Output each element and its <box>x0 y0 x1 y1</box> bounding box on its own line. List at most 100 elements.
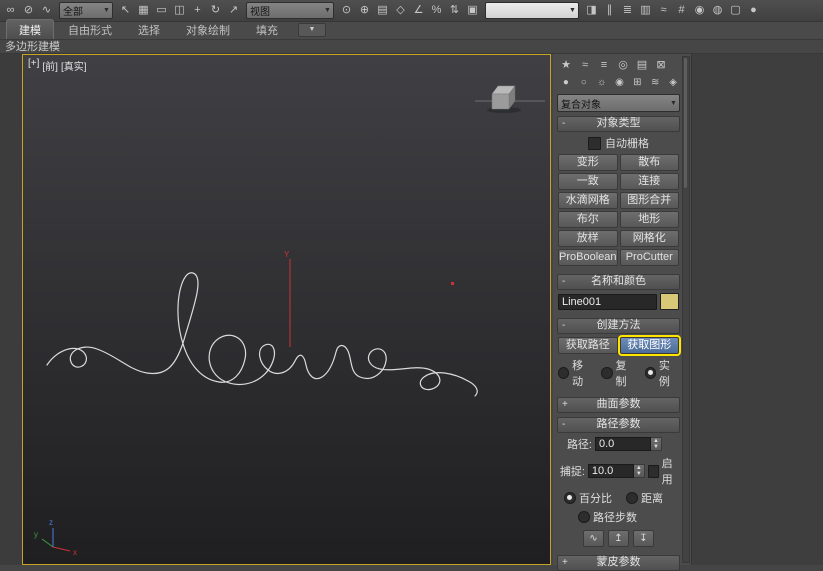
rollout-header-skin-params[interactable]: + 蒙皮参数 <box>557 555 680 571</box>
viewport-canvas: Y x y z <box>34 85 545 557</box>
viewport-general-menu[interactable]: [+] <box>28 58 39 73</box>
tab-populate[interactable]: 填充 <box>244 20 290 39</box>
object-type-button[interactable]: ProBoolean <box>558 249 618 266</box>
object-type-button[interactable]: 一致 <box>558 173 618 190</box>
select-and-rotate-icon[interactable]: ↻ <box>207 2 224 19</box>
rollout-header-surface-params[interactable]: + 曲面参数 <box>557 397 680 413</box>
material-editor-icon[interactable]: ◉ <box>691 2 708 19</box>
object-type-button[interactable]: 地形 <box>619 211 679 228</box>
get-shape-button[interactable]: 获取图形 <box>617 335 681 356</box>
path-steps-radio[interactable] <box>578 511 590 523</box>
named-sets-icon[interactable]: ▣ <box>464 2 481 19</box>
category-lights-icon[interactable]: ☼ <box>594 75 610 90</box>
percent-snap-icon[interactable]: % <box>428 2 445 19</box>
select-by-name-icon[interactable]: ▦ <box>135 2 152 19</box>
object-type-button[interactable]: 散布 <box>619 154 679 171</box>
tab-object-paint[interactable]: 对象绘制 <box>174 20 242 39</box>
path-spinner[interactable]: 0.0 ▲ ▼ <box>595 437 662 451</box>
tab-display[interactable]: ▤ <box>634 57 650 73</box>
tab-utilities[interactable]: ⊠ <box>653 57 669 73</box>
keyboard-override-icon[interactable]: ▤ <box>374 2 391 19</box>
viewport-shading-menu[interactable]: [真实] <box>61 58 87 73</box>
render-setup-icon[interactable]: ◍ <box>709 2 726 19</box>
layer-manager-icon[interactable]: ≣ <box>619 2 636 19</box>
category-shapes-icon[interactable]: ○ <box>576 75 592 90</box>
render-icon[interactable]: ● <box>745 2 762 19</box>
object-type-button[interactable]: 变形 <box>558 154 618 171</box>
spline-pick-icon[interactable]: ∿ <box>583 530 604 547</box>
collapse-icon: - <box>562 419 566 430</box>
object-type-button[interactable]: 图形合并 <box>619 192 679 209</box>
schematic-view-icon[interactable]: # <box>673 2 690 19</box>
selection-region-icon[interactable]: ▭ <box>153 2 170 19</box>
scrollbar-thumb[interactable] <box>684 58 687 188</box>
love-spline[interactable] <box>46 272 478 397</box>
distance-radio[interactable] <box>626 492 638 504</box>
spinner-snap-icon[interactable]: ⇅ <box>446 2 463 19</box>
snap-spinner[interactable]: 10.0 ▲ ▼ <box>587 464 645 478</box>
tab-selection[interactable]: 选择 <box>126 20 172 39</box>
viewport-front[interactable]: [+] [前] [真实] Y x y z <box>22 54 551 565</box>
curve-editor-icon[interactable]: ≈ <box>655 2 672 19</box>
arrow-down-icon[interactable]: ↧ <box>633 530 654 547</box>
tab-hierarchy[interactable]: ≡ <box>596 57 612 73</box>
rendered-frame-icon[interactable]: ▢ <box>727 2 744 19</box>
snap-toggle-icon[interactable]: ◇ <box>392 2 409 19</box>
autogrid-checkbox[interactable] <box>588 136 601 150</box>
ribbon-toggle-icon[interactable]: ▥ <box>637 2 654 19</box>
object-type-button[interactable]: 网格化 <box>619 230 679 247</box>
path-value-field[interactable]: 0.0 <box>595 437 651 451</box>
object-color-swatch[interactable] <box>660 293 679 310</box>
select-and-move-icon[interactable]: + <box>189 2 206 19</box>
tab-modeling[interactable]: 建模 <box>6 19 54 39</box>
tab-modify[interactable]: ≈ <box>577 57 593 73</box>
select-and-link-icon[interactable]: ∞ <box>2 2 19 19</box>
snap-value-field[interactable]: 10.0 <box>587 464 634 478</box>
angle-snap-icon[interactable]: ∠ <box>410 2 427 19</box>
object-type-button[interactable]: 水滴网格 <box>558 192 618 209</box>
spinner-arrows-icon[interactable]: ▲ ▼ <box>633 464 645 478</box>
rollout-header-path-params[interactable]: - 路径参数 <box>557 417 680 433</box>
selection-filter-combo[interactable]: 全部 ▼ <box>59 2 113 19</box>
tab-create[interactable]: ★ <box>558 57 574 73</box>
select-and-manipulate-icon[interactable]: ⊕ <box>356 2 373 19</box>
panel-scrollbar[interactable] <box>682 56 690 563</box>
object-name-field[interactable]: Line001 <box>558 293 657 310</box>
tab-motion[interactable]: ◎ <box>615 57 631 73</box>
unlink-selection-icon[interactable]: ⊘ <box>20 2 37 19</box>
mirror-icon[interactable]: ◨ <box>583 2 600 19</box>
snap-enable-checkbox[interactable] <box>647 464 659 478</box>
rollout-header-creation-method[interactable]: - 创建方法 <box>557 318 680 334</box>
category-systems-icon[interactable]: ◈ <box>665 75 681 90</box>
arrow-up-icon[interactable]: ↥ <box>608 530 629 547</box>
spinner-arrows-icon[interactable]: ▲ ▼ <box>651 437 662 451</box>
select-and-scale-icon[interactable]: ↗ <box>225 2 242 19</box>
rollout-header-name-color[interactable]: - 名称和颜色 <box>557 274 680 290</box>
bind-to-space-warp-icon[interactable]: ∿ <box>38 2 55 19</box>
viewport-pov-menu[interactable]: [前] <box>42 58 58 73</box>
object-category-combo[interactable]: 复合对象 ▼ <box>557 94 680 112</box>
object-type-button[interactable]: 放样 <box>558 230 618 247</box>
object-type-button[interactable]: 布尔 <box>558 211 618 228</box>
copy-radio[interactable] <box>601 367 613 379</box>
viewport-menu-bar: [+] [前] [真实] <box>28 58 87 73</box>
percentage-radio[interactable] <box>564 492 576 504</box>
object-type-button[interactable]: ProCutter <box>619 249 679 266</box>
reference-coordinate-combo[interactable]: 视图 ▼ <box>246 2 334 19</box>
ribbon-minimize-button[interactable]: ▼ <box>298 23 326 37</box>
window-crossing-icon[interactable]: ◫ <box>171 2 188 19</box>
select-object-icon[interactable]: ↖ <box>117 2 134 19</box>
use-pivot-center-icon[interactable]: ⊙ <box>338 2 355 19</box>
category-space-warps-icon[interactable]: ≋ <box>647 75 663 90</box>
instance-radio[interactable] <box>644 367 656 379</box>
get-path-button[interactable]: 获取路径 <box>558 337 618 354</box>
category-helpers-icon[interactable]: ⊞ <box>629 75 645 90</box>
move-radio[interactable] <box>558 367 570 379</box>
align-icon[interactable]: ∥ <box>601 2 618 19</box>
category-cameras-icon[interactable]: ◉ <box>612 75 628 90</box>
object-type-button[interactable]: 连接 <box>619 173 679 190</box>
rollout-header-object-type[interactable]: - 对象类型 <box>557 116 680 132</box>
tab-freeform[interactable]: 自由形式 <box>56 20 124 39</box>
named-selection-sets-combo[interactable]: ▼ <box>485 2 579 19</box>
category-geometry-icon[interactable]: ● <box>558 75 574 90</box>
